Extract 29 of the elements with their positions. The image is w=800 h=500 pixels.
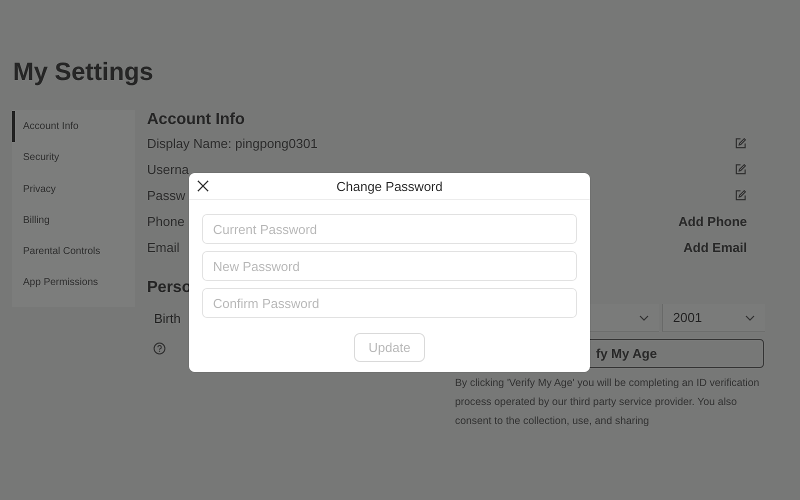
- sidebar-item[interactable]: Privacy: [12, 174, 135, 205]
- dialog-title: Change Password: [336, 178, 443, 194]
- sidebar-item[interactable]: Parental Controls: [12, 236, 135, 268]
- edit-icon[interactable]: [734, 162, 747, 176]
- help-icon[interactable]: [153, 342, 166, 355]
- section-heading: Account Info: [147, 110, 246, 130]
- field-label: Email: [147, 240, 180, 254]
- edit-icon[interactable]: [734, 136, 747, 150]
- password-field[interactable]: New Password: [202, 251, 577, 281]
- add-link[interactable]: Add Phone: [678, 214, 747, 228]
- sidebar-item[interactable]: Account Info: [12, 111, 135, 142]
- field-label: Phone: [147, 214, 185, 228]
- close-icon[interactable]: [197, 180, 209, 192]
- edit-icon[interactable]: [734, 188, 747, 202]
- password-field[interactable]: Current Password: [202, 214, 577, 244]
- field-label: Passw: [147, 188, 186, 202]
- add-link[interactable]: Add Email: [683, 240, 747, 254]
- field-label: Userna: [147, 162, 189, 176]
- disclaimer-text: By clicking 'Verify My Age' you will be completing an ID verification process operated by our third party service provider. You also consent to the collection, use, and sharing: [455, 377, 760, 429]
- password-field[interactable]: Confirm Password: [202, 288, 577, 318]
- sidebar-item[interactable]: Security: [12, 142, 135, 174]
- field-label: Display Name: pingpong0301: [147, 136, 318, 150]
- field-label: Birth: [154, 310, 182, 326]
- chevron-icon: [745, 314, 755, 320]
- page-title: My Settings: [13, 57, 154, 87]
- chevron-icon: [639, 314, 649, 320]
- sidebar-item[interactable]: Billing: [12, 204, 135, 236]
- year-dropdown[interactable]: 2001: [662, 304, 765, 332]
- sidebar-item[interactable]: App Permissions: [12, 267, 135, 299]
